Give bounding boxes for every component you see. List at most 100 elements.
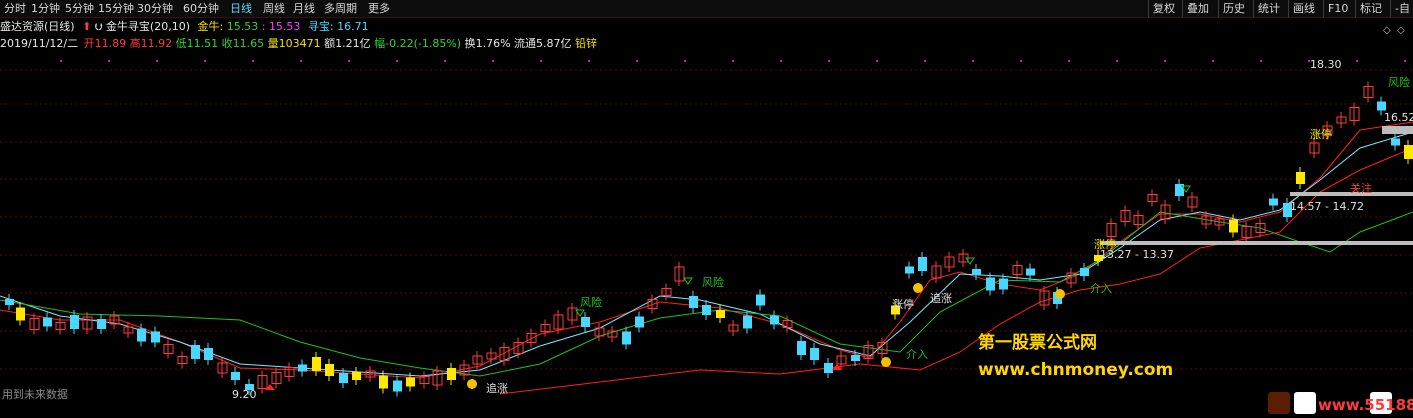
smiley-icon — [1055, 289, 1065, 299]
candle-body — [1080, 268, 1089, 276]
f10-button[interactable]: F10 — [1323, 0, 1352, 17]
candle-body — [972, 269, 981, 275]
entry-label: 介入 — [906, 348, 928, 361]
risk-label: 风险 — [702, 275, 724, 289]
marker-dot — [348, 60, 350, 62]
tab-fenshi[interactable]: 分时 — [4, 0, 26, 17]
candle-body — [43, 317, 52, 327]
smiley-icon — [467, 379, 477, 389]
future-data-notice: 用到未来数据 — [2, 388, 68, 401]
jinniu-value: 15.53 — [226, 20, 259, 33]
marker-dot — [60, 60, 62, 62]
diamond-icon[interactable]: ◇ — [1397, 25, 1405, 36]
candle-body — [810, 348, 819, 360]
amount-value: 1.21亿 — [335, 37, 371, 50]
tab-more[interactable]: 更多 — [368, 0, 390, 17]
entry-label: 介入 — [1090, 282, 1112, 295]
tab-60min[interactable]: 60分钟 — [183, 0, 219, 17]
candle-body — [1404, 145, 1413, 159]
marker-dot — [1116, 60, 1118, 62]
candle-body — [851, 355, 860, 361]
candle-body — [339, 373, 348, 383]
candle-body — [756, 294, 765, 306]
turnover-value: 1.76% — [475, 37, 511, 50]
draw-line-button[interactable]: 画线 — [1288, 0, 1319, 17]
candle-body — [999, 278, 1008, 290]
quote-row: 2019/11/12/二 开11.89 高11.92 低11.51 收11.65… — [0, 36, 597, 51]
tab-30min[interactable]: 30分钟 — [137, 0, 173, 17]
watermark-site-url: www.chnmoney.com — [978, 360, 1174, 380]
mark-button[interactable]: 标记 — [1355, 0, 1386, 17]
price-low-label: 9.20 — [232, 388, 257, 401]
candle-body — [770, 315, 779, 325]
high-value: 11.92 — [140, 37, 173, 50]
indicator-header: 盛达资源(日线) ⬆ ⮋ 金牛寻宝(20,10) 金牛: 15.53 : 15.… — [0, 19, 369, 34]
candle-body — [379, 375, 388, 389]
marker-dot — [108, 60, 110, 62]
tab-5min[interactable]: 5分钟 — [65, 0, 94, 17]
range-label-1: 14.57 - 14.72 — [1290, 200, 1364, 213]
ma-red-slow-line — [499, 147, 1413, 395]
marker-dot — [300, 60, 302, 62]
low-label: 低 — [175, 37, 187, 50]
marker-dot — [684, 60, 686, 62]
xunbao-label: 寻宝: — [307, 20, 334, 33]
candle-body — [191, 345, 200, 359]
tab-monthly[interactable]: 月线 — [293, 0, 315, 17]
tab-multi-period[interactable]: 多周期 — [324, 0, 357, 17]
limit-up-label: 涨停 — [1310, 127, 1332, 141]
chase-label: 追涨 — [930, 291, 952, 305]
smiley-icon — [881, 357, 891, 367]
fuquan-button[interactable]: 复权 — [1148, 0, 1179, 17]
marker-dot — [876, 60, 878, 62]
range-bar-2 — [1100, 241, 1413, 245]
open-value: 11.89 — [94, 37, 127, 50]
period-toolbar: 分时 1分钟 5分钟 15分钟 30分钟 60分钟 日线 周线 月线 多周期 更… — [0, 0, 1413, 18]
kline-chart[interactable]: 18.3016.529.2014.57 - 14.7213.27 - 13.37… — [0, 52, 1413, 418]
candle-body — [137, 328, 146, 342]
candle-body — [312, 357, 321, 371]
self-button[interactable]: -自 — [1390, 0, 1413, 17]
sector-label: 铅锌 — [575, 37, 598, 50]
history-button[interactable]: 历史 — [1218, 0, 1249, 17]
candle-body — [325, 364, 334, 376]
limit-up-label: 涨停 — [892, 297, 914, 311]
turnover-label: 换 — [464, 37, 476, 50]
tab-1min[interactable]: 1分钟 — [31, 0, 60, 17]
candle-body — [70, 315, 79, 329]
dropdown-circle-icon[interactable]: ⮋ — [95, 22, 103, 33]
jinniu-colon: : — [261, 20, 266, 33]
marker-dot — [492, 60, 494, 62]
tab-daily[interactable]: 日线 — [230, 0, 252, 17]
diamond-icon[interactable]: ◇ — [1383, 25, 1391, 36]
amount-label: 额 — [324, 37, 336, 50]
candle-body — [204, 348, 213, 360]
change-label: 幅 — [374, 37, 386, 50]
candle-body — [231, 372, 240, 380]
marker-dot — [924, 60, 926, 62]
marker-dot — [1212, 60, 1214, 62]
candle-body — [702, 305, 711, 315]
candle-body — [1026, 268, 1035, 276]
low-value: 11.51 — [186, 37, 219, 50]
marker-dot — [1356, 60, 1358, 62]
indicator-name[interactable]: 金牛寻宝(20,10) — [106, 20, 190, 33]
price-right-label: 16.52 — [1384, 111, 1413, 124]
tab-weekly[interactable]: 周线 — [263, 0, 285, 17]
xunbao-value: 16.71 — [337, 20, 369, 33]
candle-body — [743, 315, 752, 329]
float-label: 流通 — [514, 37, 537, 50]
risk-label: 风险 — [580, 295, 602, 309]
candle-body — [298, 364, 307, 372]
diejia-button[interactable]: 叠加 — [1182, 0, 1213, 17]
marker-dot — [732, 60, 734, 62]
open-label: 开 — [83, 37, 95, 50]
jinniu-label: 金牛: — [197, 20, 224, 33]
stats-button[interactable]: 统计 — [1253, 0, 1284, 17]
tab-15min[interactable]: 15分钟 — [98, 0, 134, 17]
candle-body — [5, 299, 14, 305]
candle-body — [406, 377, 415, 387]
marker-dot — [204, 60, 206, 62]
candle-body — [622, 331, 631, 345]
marker-dot — [1164, 60, 1166, 62]
